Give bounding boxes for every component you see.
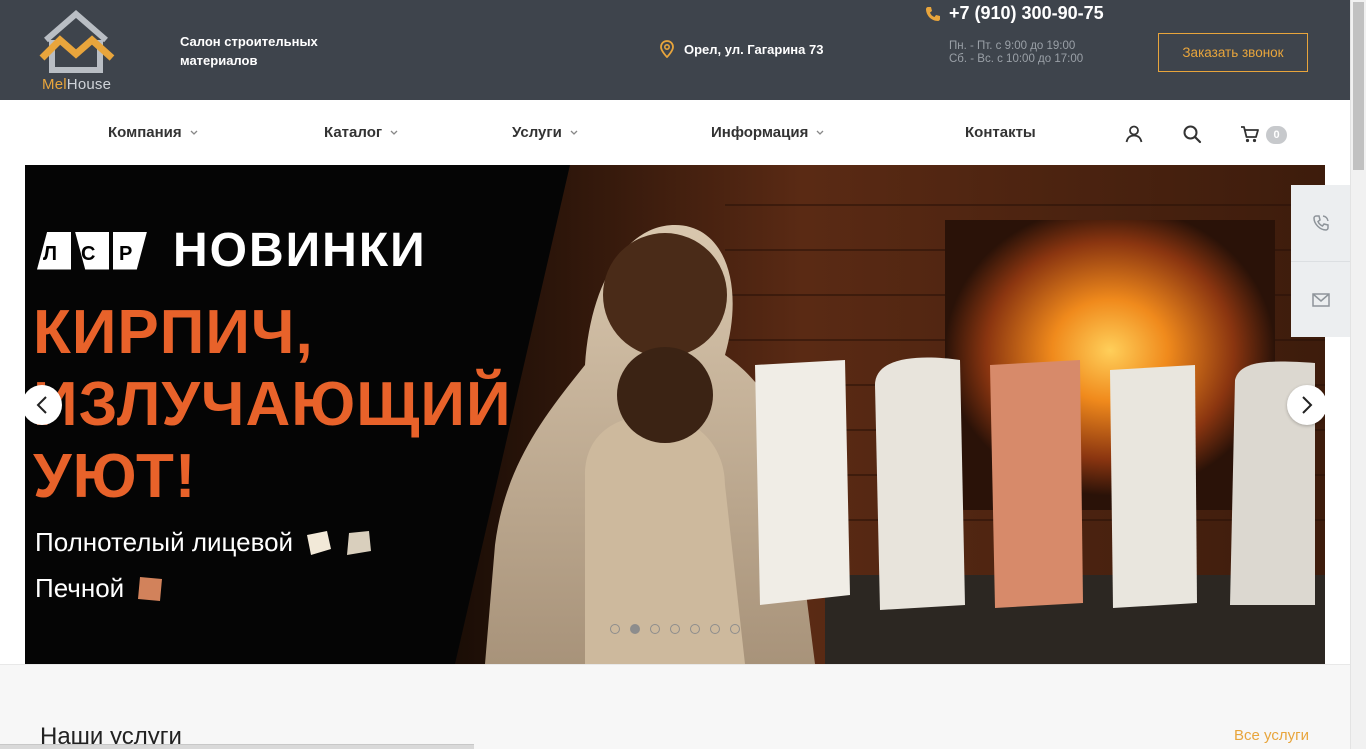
cart-icon[interactable]	[1240, 124, 1260, 144]
horizontal-scrollbar[interactable]	[0, 744, 474, 749]
logo-text: MelHouse	[42, 76, 112, 93]
slide-headline: КИРПИЧ, ИЗЛУЧАЮЩИЙ УЮТ!	[33, 297, 512, 513]
hero-slider: Л С Р НОВИНКИ КИРПИЧ, ИЗЛУЧАЮЩИЙ УЮТ! По…	[25, 165, 1325, 664]
chevron-down-icon	[570, 130, 578, 135]
address: Орел, ул. Гагарина 73	[660, 40, 823, 58]
product-label: Полнотелый лицевой	[35, 527, 294, 557]
headline-line: ИЗЛУЧАЮЩИЙ	[33, 370, 512, 439]
slider-dot-active[interactable]	[630, 624, 640, 634]
cart-count-badge[interactable]: 0	[1266, 126, 1287, 144]
all-services-link[interactable]: Все услуги	[1234, 727, 1309, 744]
nav-item-label: Контакты	[965, 124, 1036, 141]
lsr-letter: Л	[37, 231, 71, 270]
brick-sample-icon	[307, 530, 332, 555]
nav-item-contacts[interactable]: Контакты	[965, 124, 1036, 141]
chevron-right-icon	[1302, 396, 1313, 414]
side-call-button[interactable]	[1291, 185, 1350, 261]
chevron-down-icon	[390, 130, 398, 135]
product-line-facing: Полнотелый лицевой	[35, 527, 373, 558]
phone-number[interactable]: +7 (910) 300-90-75	[949, 3, 1104, 24]
mail-icon	[1311, 292, 1330, 307]
lsr-letter: Р	[113, 231, 147, 270]
services-section: Наши услуги Все услуги	[0, 664, 1350, 750]
slider-dot[interactable]	[610, 624, 620, 634]
side-contact-widget	[1291, 185, 1350, 337]
slider-dot[interactable]	[650, 624, 660, 634]
headline-line: УЮТ!	[33, 442, 197, 511]
phone-icon	[1312, 215, 1329, 231]
side-mail-button[interactable]	[1291, 261, 1350, 337]
main-nav: Компания Каталог Услуги Информация Конта…	[0, 100, 1350, 165]
chevron-down-icon	[190, 130, 198, 135]
slider-next-button[interactable]	[1287, 385, 1325, 425]
chevron-down-icon	[816, 130, 824, 135]
nav-item-label: Услуги	[512, 124, 562, 141]
phone-icon	[926, 6, 940, 21]
lsr-brand: Л С Р НОВИНКИ	[37, 223, 427, 278]
house-logo-icon	[39, 10, 115, 73]
site-tagline: Салон строительных материалов	[180, 34, 318, 68]
nav-item-label: Каталог	[324, 124, 383, 141]
product-label: Печной	[35, 573, 125, 603]
hours-weekdays: Пн. - Пт. с 9:00 до 19:00	[949, 40, 1076, 52]
slide-brand-title: НОВИНКИ	[173, 224, 427, 277]
headline-line: КИРПИЧ,	[33, 298, 314, 367]
slider-dot[interactable]	[670, 624, 680, 634]
chevron-left-icon	[36, 396, 47, 414]
nav-item-catalog[interactable]: Каталог	[324, 124, 398, 141]
search-icon[interactable]	[1182, 124, 1202, 144]
lsr-letter: С	[75, 231, 109, 270]
hours-weekend: Сб. - Вс. с 10:00 до 17:00	[949, 53, 1084, 65]
site-header: MelHouse Салон строительных материалов О…	[0, 0, 1350, 100]
lsr-logo: Л С Р	[37, 231, 147, 270]
address-text: Орел, ул. Гагарина 73	[684, 41, 824, 57]
nav-item-services[interactable]: Услуги	[512, 124, 578, 141]
scrollbar-thumb[interactable]	[1353, 2, 1364, 170]
slider-dot[interactable]	[690, 624, 700, 634]
phone[interactable]: +7 (910) 300-90-75	[925, 3, 1104, 24]
nav-item-company[interactable]: Компания	[108, 124, 198, 141]
callback-button[interactable]: Заказать звонок	[1158, 33, 1308, 72]
nav-item-label: Информация	[711, 124, 809, 141]
brick-sample-icon	[138, 576, 163, 601]
slider-dot[interactable]	[710, 624, 720, 634]
user-icon[interactable]	[1124, 124, 1144, 144]
site-logo[interactable]: MelHouse	[38, 10, 120, 94]
slider-pagination	[610, 624, 740, 634]
slider-dot[interactable]	[730, 624, 740, 634]
nav-item-label: Компания	[108, 124, 182, 141]
vertical-scrollbar[interactable]	[1350, 0, 1366, 749]
working-hours: Пн. - Пт. с 9:00 до 19:00 Сб. - Вс. с 10…	[949, 40, 1083, 66]
product-line-stove: Печной	[35, 573, 164, 604]
brick-sample-icon	[347, 530, 372, 555]
nav-item-information[interactable]: Информация	[711, 124, 824, 141]
location-pin-icon	[660, 40, 674, 58]
